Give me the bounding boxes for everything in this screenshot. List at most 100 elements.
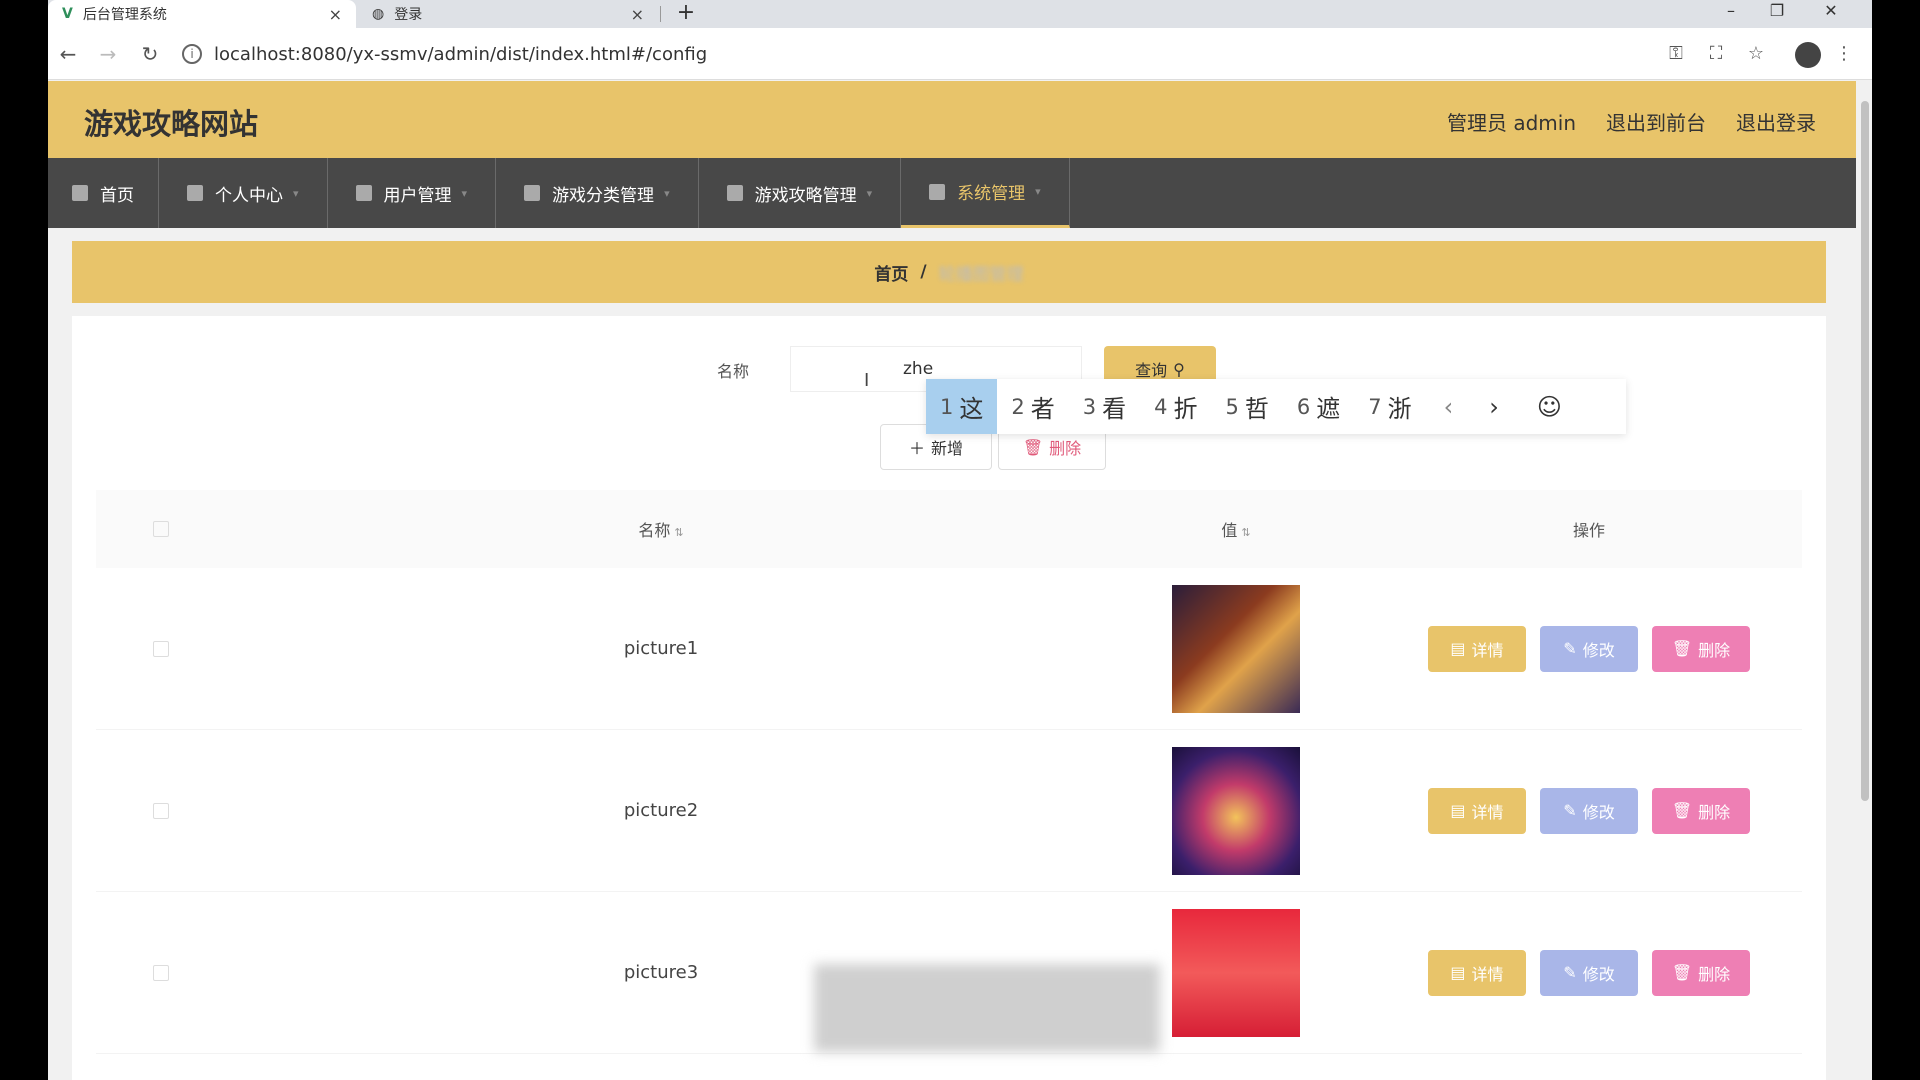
row-value	[1096, 584, 1376, 713]
ime-candidate[interactable]: 7浙	[1354, 379, 1425, 434]
nav-item-label: 游戏分类管理	[552, 185, 655, 206]
settings-icon	[929, 183, 946, 200]
ime-candidate-number: 5	[1225, 394, 1239, 419]
remove-button-label: 删除	[1698, 640, 1731, 660]
row-checkbox-cell	[96, 640, 226, 657]
ime-candidate[interactable]: 1这	[926, 379, 998, 434]
url-field[interactable]: i localhost:8080/yx-ssmv/admin/dist/inde…	[182, 36, 1682, 72]
edit-button[interactable]: ✎ 修改	[1540, 625, 1638, 672]
text-cursor-icon: I	[864, 370, 870, 391]
ime-candidate[interactable]: 2者	[997, 379, 1068, 434]
ime-candidate-number: 7	[1368, 394, 1382, 419]
plus-icon: ＋	[908, 439, 925, 458]
pencil-icon: ✎	[1563, 639, 1577, 658]
select-all-checkbox[interactable]	[153, 521, 169, 537]
edit-button[interactable]: ✎ 修改	[1540, 787, 1638, 834]
sort-icon: ⇅	[1241, 526, 1251, 539]
nav-item-label: 个人中心	[215, 185, 283, 206]
pencil-icon: ✎	[1563, 963, 1577, 982]
document-icon: ▤	[1450, 639, 1466, 658]
minimize-button[interactable]: –	[1708, 0, 1754, 28]
nav-item-personal-center[interactable]: 个人中心 ▾	[159, 158, 328, 228]
chevron-left-icon[interactable]: ‹	[1426, 393, 1472, 421]
nav-item-user-management[interactable]: 用户管理 ▾	[328, 158, 497, 228]
detail-button-label: 详情	[1471, 964, 1504, 984]
scrollbar-thumb[interactable]	[1861, 101, 1869, 801]
detail-button[interactable]: ▤ 详情	[1428, 625, 1526, 672]
reload-icon[interactable]: ↻	[136, 40, 164, 68]
translate-icon[interactable]: ⛶	[1704, 42, 1728, 66]
globe-icon: ◍	[372, 6, 385, 22]
edit-button-label: 修改	[1582, 640, 1615, 660]
star-icon[interactable]: ☆	[1744, 42, 1768, 66]
profile-avatar-icon[interactable]	[1795, 42, 1821, 68]
ime-candidate[interactable]: 4折	[1140, 379, 1211, 434]
back-to-front-link[interactable]: 退出到前台	[1606, 107, 1706, 136]
tab-admin-system[interactable]: V 后台管理系统 ×	[48, 0, 356, 28]
document-icon: ▤	[1450, 801, 1466, 820]
ime-candidate[interactable]: 5哲	[1212, 379, 1283, 434]
chevron-right-icon[interactable]: ›	[1471, 393, 1517, 421]
blurred-overlay	[814, 964, 1160, 1052]
header-links: 管理员 admin 退出到前台 退出登录	[1447, 107, 1816, 136]
ime-candidate[interactable]: 6遮	[1283, 379, 1354, 434]
ime-candidate-number: 1	[940, 394, 954, 419]
game-poster-image	[1172, 908, 1300, 1037]
pencil-icon: ✎	[1563, 801, 1577, 820]
remove-button[interactable]: 🗑 删除	[1652, 625, 1750, 672]
menu-dots-icon[interactable]: ⋮	[1832, 42, 1856, 66]
table-row: picture1 ▤ 详情 ✎ 修改 🗑 删除	[96, 568, 1802, 730]
row-actions: ▤ 详情 ✎ 修改 🗑 删除	[1376, 787, 1802, 834]
url-text: localhost:8080/yx-ssmv/admin/dist/index.…	[214, 43, 708, 65]
document-icon: ▤	[1450, 963, 1466, 982]
logout-link[interactable]: 退出登录	[1736, 107, 1816, 136]
document-icon	[726, 185, 743, 201]
key-icon[interactable]: ⚿	[1664, 42, 1688, 66]
main-nav: 首页 个人中心 ▾ 用户管理 ▾ 游戏分类管理 ▾ 游戏攻略管理 ▾ 系统管理 …	[48, 158, 1856, 228]
new-tab-button[interactable]: +	[672, 0, 700, 28]
nav-item-home[interactable]: 首页	[48, 158, 159, 228]
page-scrollbar[interactable]	[1858, 81, 1872, 1080]
row-name: picture1	[623, 638, 699, 659]
breadcrumb-home[interactable]: 首页	[874, 260, 908, 285]
chevron-down-icon: ▾	[1035, 185, 1041, 198]
edit-button[interactable]: ✎ 修改	[1540, 949, 1638, 996]
detail-button[interactable]: ▤ 详情	[1428, 949, 1526, 996]
tab-title: 登录	[394, 7, 423, 23]
row-checkbox[interactable]	[153, 640, 169, 657]
ime-candidate[interactable]: 3看	[1069, 379, 1140, 434]
search-icon: ⚲	[1173, 359, 1185, 379]
table-header: 名称 ⇅ 值 ⇅ 操作	[96, 490, 1802, 568]
column-header-name[interactable]: 名称 ⇅	[226, 517, 1096, 541]
row-checkbox[interactable]	[153, 802, 169, 819]
category-icon	[524, 185, 541, 201]
row-checkbox[interactable]	[153, 964, 169, 981]
back-arrow-icon[interactable]: ←	[54, 40, 82, 68]
info-icon[interactable]: i	[182, 44, 202, 64]
detail-button[interactable]: ▤ 详情	[1428, 787, 1526, 834]
forward-arrow-icon[interactable]: →	[94, 40, 122, 68]
ime-candidate-number: 6	[1296, 394, 1311, 419]
window-close-button[interactable]: ✕	[1808, 0, 1854, 28]
column-header-value[interactable]: 值 ⇅	[1096, 517, 1376, 541]
nav-item-system[interactable]: 系统管理 ▾	[901, 158, 1070, 228]
ime-candidate-bar: 1这 2者 3看 4折 5哲 6遮 7浙 ‹ › ☺	[926, 379, 1626, 434]
emoji-icon[interactable]: ☺	[1517, 393, 1582, 421]
tab-login[interactable]: ◍ 登录 ×	[358, 0, 658, 28]
nav-item-label: 游戏攻略管理	[754, 185, 857, 206]
restore-button[interactable]: ❐	[1754, 0, 1800, 28]
tab-title: 后台管理系统	[82, 7, 167, 23]
column-header-label: 名称	[638, 521, 671, 540]
ime-candidate-char: 看	[1102, 395, 1127, 423]
game-poster-image	[1172, 746, 1300, 875]
close-tab-icon[interactable]: ×	[329, 5, 342, 24]
ime-candidate-char: 遮	[1316, 395, 1341, 423]
remove-button[interactable]: 🗑 删除	[1652, 949, 1750, 996]
remove-button[interactable]: 🗑 删除	[1652, 787, 1750, 834]
ime-candidate-char: 这	[959, 395, 984, 423]
nav-item-game-category[interactable]: 游戏分类管理 ▾	[496, 158, 699, 228]
nav-item-game-guide[interactable]: 游戏攻略管理 ▾	[699, 158, 902, 228]
close-tab-icon[interactable]: ×	[631, 5, 644, 24]
chevron-down-icon: ▾	[664, 186, 670, 200]
app-header: 游戏攻略网站 管理员 admin 退出到前台 退出登录	[48, 81, 1856, 158]
